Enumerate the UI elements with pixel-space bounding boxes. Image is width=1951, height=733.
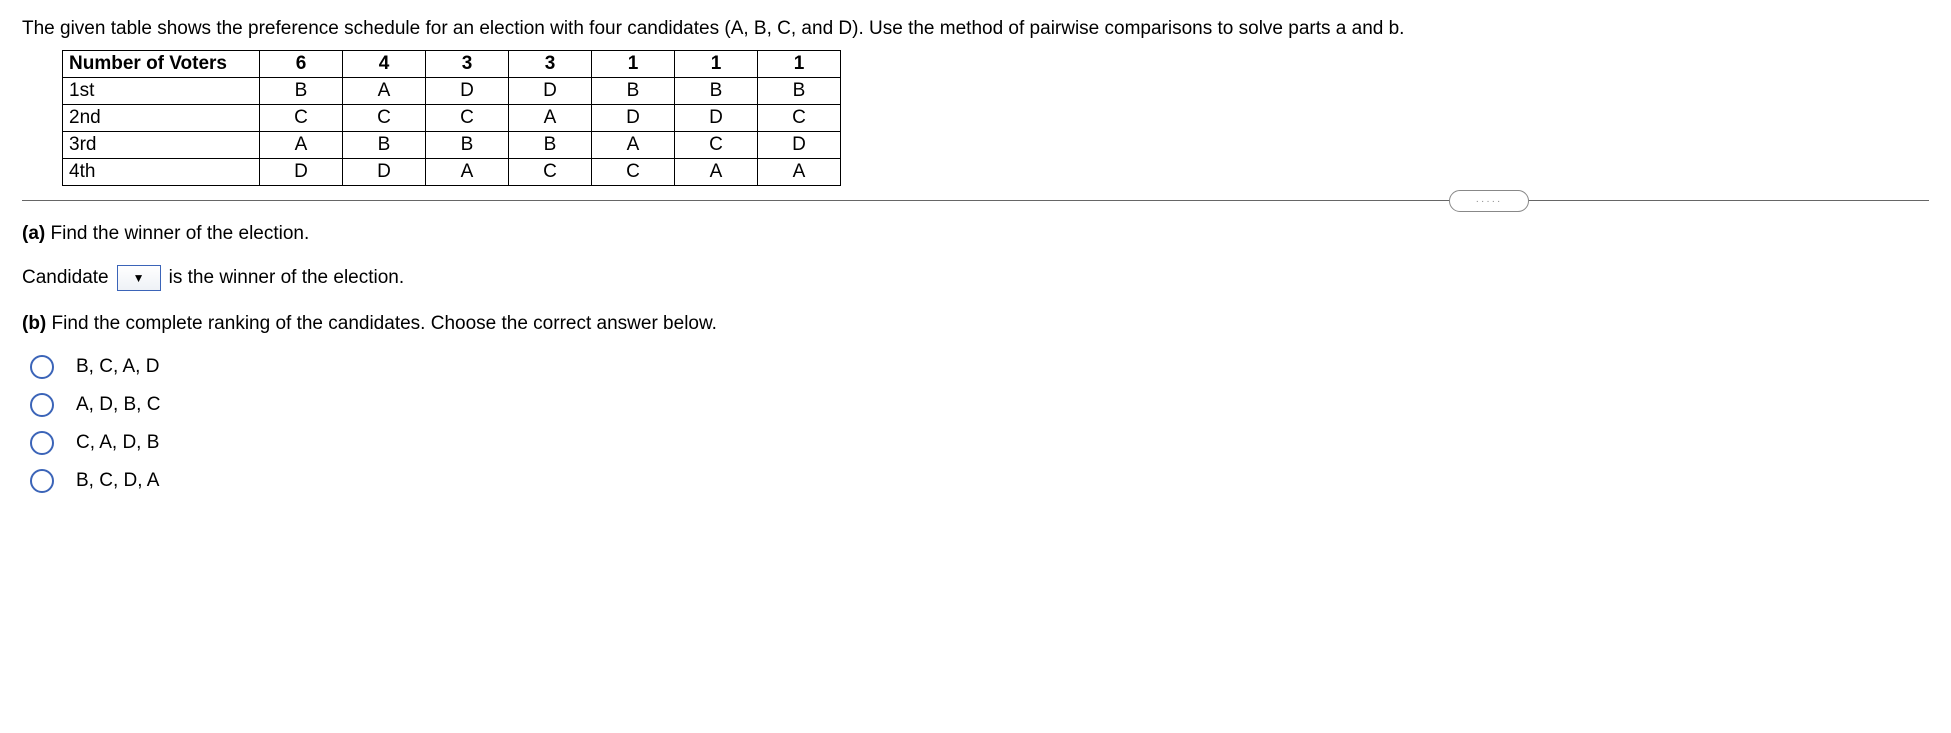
table-cell: B — [592, 78, 675, 105]
option-row: C, A, D, B — [30, 431, 1929, 455]
option-label: A, D, B, C — [76, 394, 160, 416]
radio-option-1[interactable] — [30, 355, 54, 379]
table-cell: A — [260, 132, 343, 159]
part-b-text: Find the complete ranking of the candida… — [52, 313, 717, 334]
part-a-text: Find the winner of the election. — [51, 223, 310, 244]
table-cell: A — [675, 159, 758, 186]
table-cell: C — [758, 105, 841, 132]
option-label: C, A, D, B — [76, 432, 159, 454]
options-group: B, C, A, D A, D, B, C C, A, D, B B, C, D… — [30, 355, 1929, 493]
option-label: B, C, D, A — [76, 470, 159, 492]
divider — [22, 200, 1929, 201]
table-cell: A — [509, 105, 592, 132]
answer-prefix: Candidate — [22, 267, 109, 289]
voter-count: 1 — [592, 51, 675, 78]
option-row: B, C, D, A — [30, 469, 1929, 493]
table-cell: B — [260, 78, 343, 105]
voter-count: 3 — [426, 51, 509, 78]
answer-suffix: is the winner of the election. — [169, 267, 405, 289]
option-label: B, C, A, D — [76, 356, 159, 378]
table-cell: C — [426, 105, 509, 132]
row-label: 4th — [63, 159, 260, 186]
table-cell: B — [675, 78, 758, 105]
table-cell: A — [426, 159, 509, 186]
table-cell: D — [758, 132, 841, 159]
table-cell: A — [758, 159, 841, 186]
radio-option-2[interactable] — [30, 393, 54, 417]
problem-intro: The given table shows the preference sch… — [22, 18, 1929, 40]
table-cell: B — [426, 132, 509, 159]
table-cell: D — [509, 78, 592, 105]
radio-option-3[interactable] — [30, 431, 54, 455]
row-label: 3rd — [63, 132, 260, 159]
table-cell: C — [260, 105, 343, 132]
option-row: B, C, A, D — [30, 355, 1929, 379]
table-cell: B — [343, 132, 426, 159]
part-a-label: (a) — [22, 223, 45, 244]
table-cell: D — [675, 105, 758, 132]
row-label: 1st — [63, 78, 260, 105]
part-b: (b) Find the complete ranking of the can… — [22, 313, 1929, 335]
row-label: 2nd — [63, 105, 260, 132]
preference-table: Number of Voters 6 4 3 3 1 1 1 1st B A D… — [62, 50, 841, 186]
table-cell: D — [592, 105, 675, 132]
table-cell: D — [426, 78, 509, 105]
part-b-label: (b) — [22, 313, 46, 334]
table-cell: C — [509, 159, 592, 186]
table-cell: A — [343, 78, 426, 105]
table-cell: C — [675, 132, 758, 159]
expand-pill[interactable]: ····· — [1449, 190, 1529, 212]
table-cell: D — [260, 159, 343, 186]
voter-count: 1 — [675, 51, 758, 78]
table-cell: D — [343, 159, 426, 186]
table-cell: B — [509, 132, 592, 159]
table-cell: B — [758, 78, 841, 105]
chevron-down-icon: ▼ — [133, 271, 145, 285]
table-header-label: Number of Voters — [63, 51, 260, 78]
table-cell: A — [592, 132, 675, 159]
voter-count: 3 — [509, 51, 592, 78]
candidate-dropdown[interactable]: ▼ — [117, 265, 161, 291]
radio-option-4[interactable] — [30, 469, 54, 493]
part-a: (a) Find the winner of the election. — [22, 223, 1929, 245]
table-cell: C — [592, 159, 675, 186]
voter-count: 1 — [758, 51, 841, 78]
option-row: A, D, B, C — [30, 393, 1929, 417]
table-cell: C — [343, 105, 426, 132]
voter-count: 4 — [343, 51, 426, 78]
voter-count: 6 — [260, 51, 343, 78]
